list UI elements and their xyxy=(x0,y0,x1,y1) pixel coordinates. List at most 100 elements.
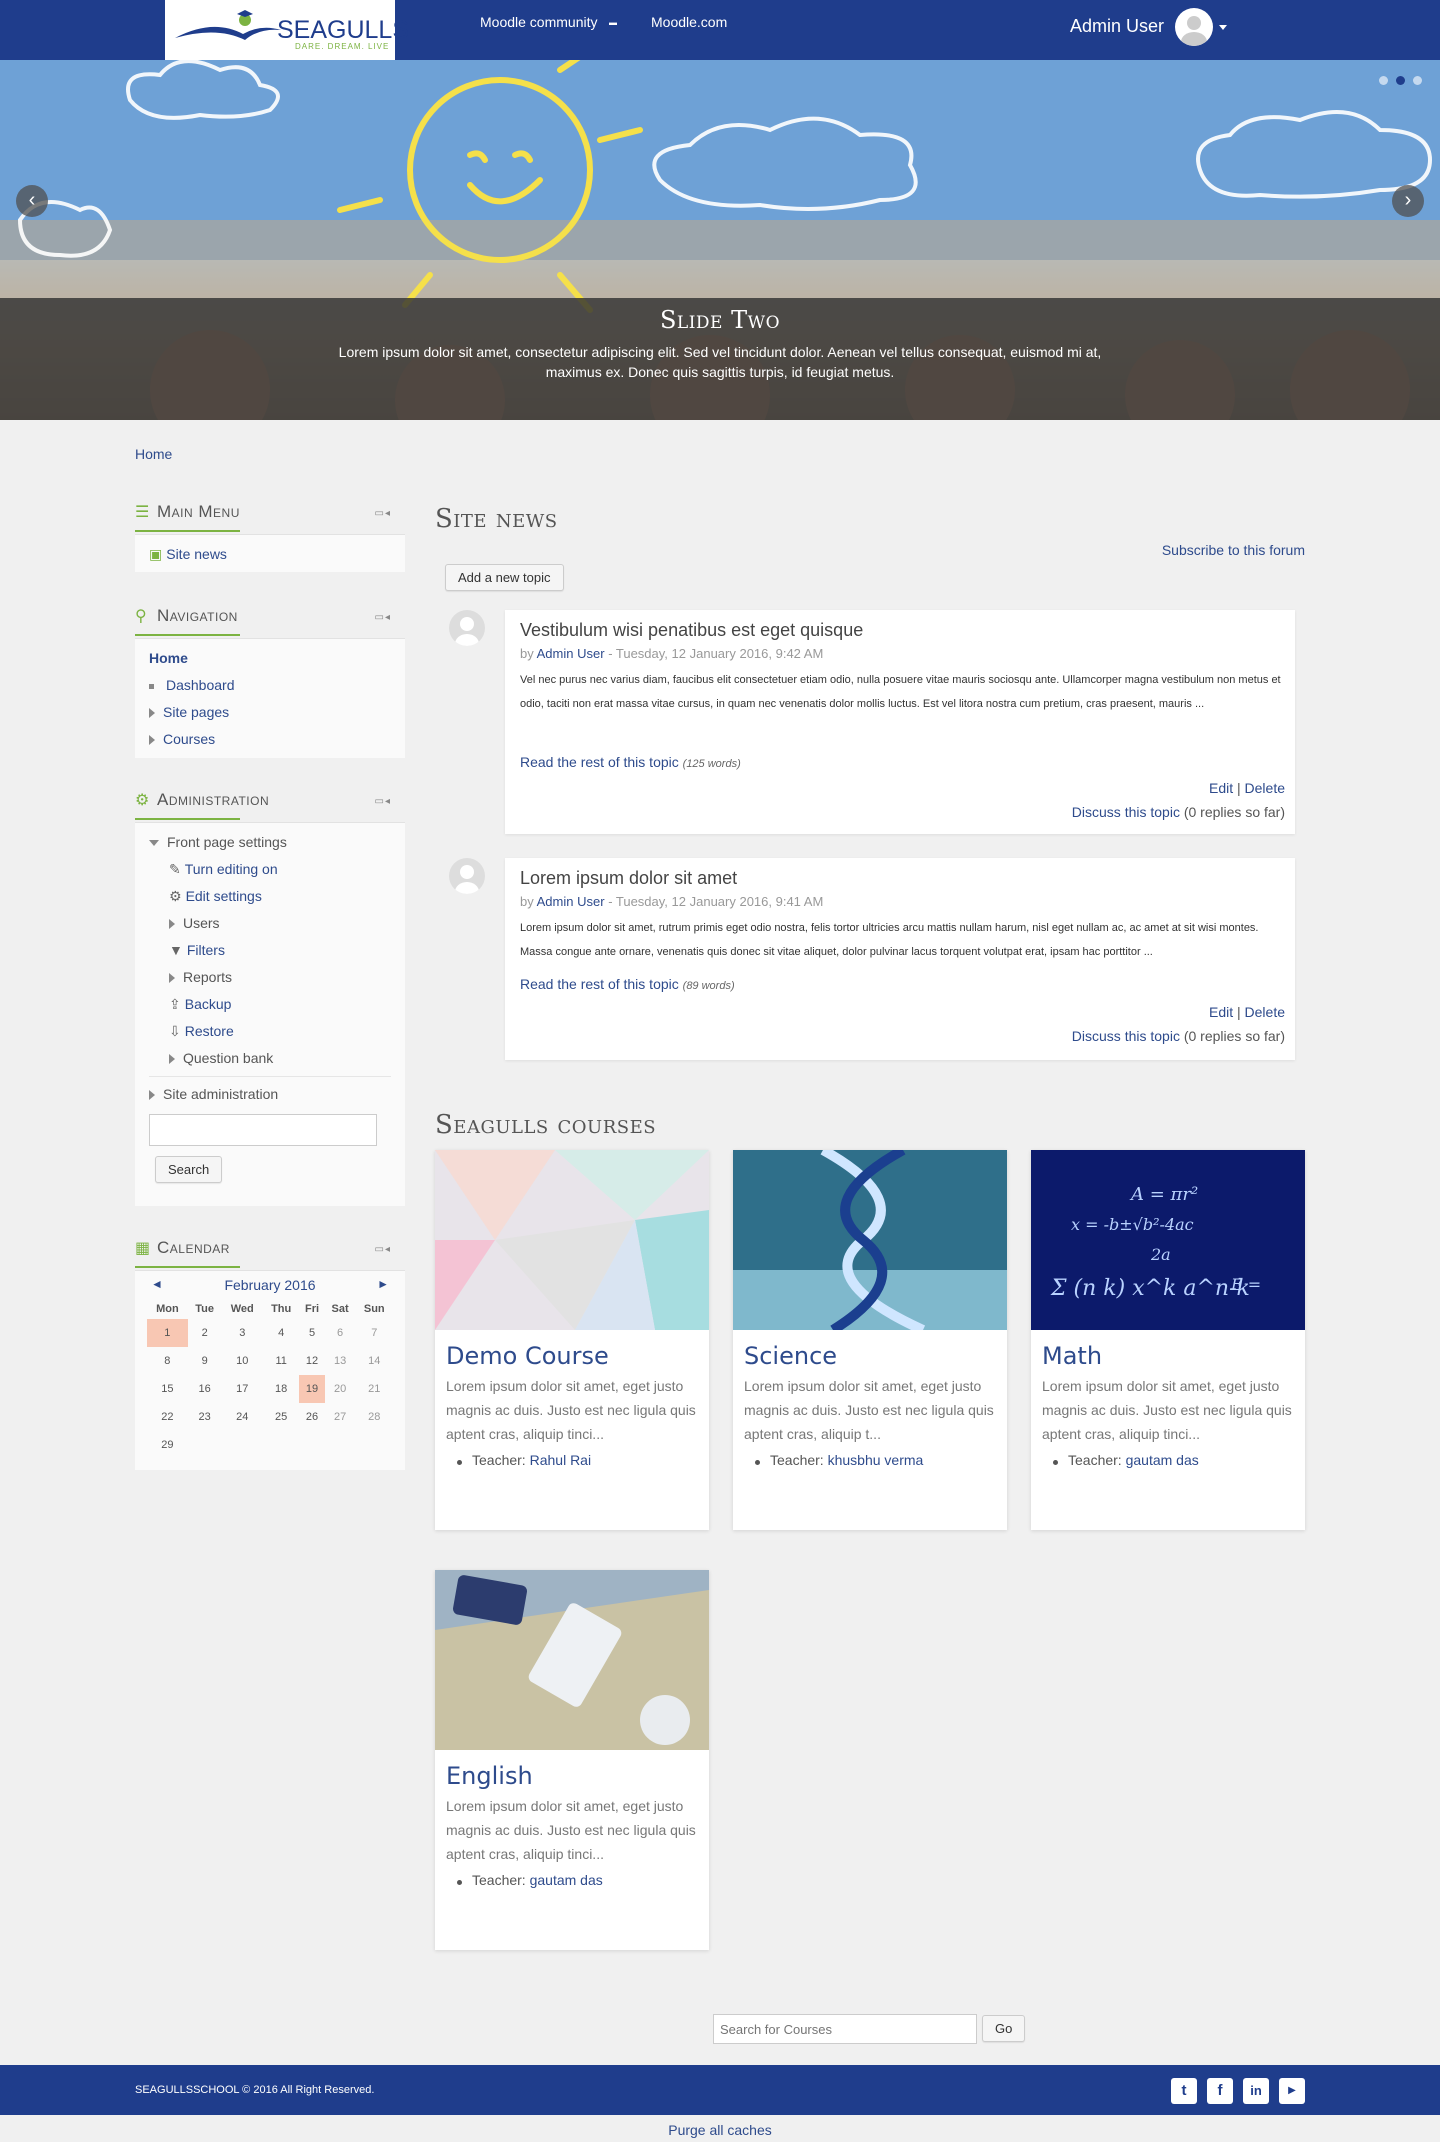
slider-next-button[interactable]: › xyxy=(1392,185,1424,217)
edit-link[interactable]: Edit xyxy=(1209,1004,1233,1020)
calendar-day[interactable] xyxy=(263,1431,299,1459)
post-title[interactable]: Lorem ipsum dolor sit amet xyxy=(520,868,737,889)
calendar-day[interactable]: 17 xyxy=(222,1375,263,1403)
calendar-day[interactable]: 27 xyxy=(325,1403,356,1431)
admin-backup[interactable]: ⇪ Backup xyxy=(169,991,391,1018)
calendar-day[interactable]: 23 xyxy=(188,1403,222,1431)
facebook-icon[interactable]: f xyxy=(1207,2078,1233,2104)
course-title[interactable]: Math xyxy=(1031,1330,1305,1370)
calendar-day[interactable]: 8 xyxy=(147,1347,188,1375)
nav-moodle-community[interactable]: Moodle community xyxy=(480,14,598,30)
course-title[interactable]: English xyxy=(435,1750,709,1790)
youtube-icon[interactable]: ▶ xyxy=(1279,2078,1305,2104)
user-avatar[interactable] xyxy=(1175,8,1213,46)
calendar-day[interactable]: 15 xyxy=(147,1375,188,1403)
teacher-link[interactable]: gautam das xyxy=(1126,1452,1199,1468)
course-card[interactable]: Science Lorem ipsum dolor sit amet, eget… xyxy=(733,1150,1007,1530)
course-card[interactable]: Demo Course Lorem ipsum dolor sit amet, … xyxy=(435,1150,709,1530)
calendar-day[interactable] xyxy=(222,1431,263,1459)
calendar-day[interactable]: 21 xyxy=(356,1375,393,1403)
post-author-link[interactable]: Admin User xyxy=(537,646,605,661)
admin-question-bank[interactable]: Question bank xyxy=(169,1045,391,1072)
course-card[interactable]: A = πr² x = -b±√b²-4ac 2a Σ (n k) x^k a^… xyxy=(1031,1150,1305,1530)
calendar-day[interactable]: 5 xyxy=(299,1319,324,1347)
calendar-day[interactable]: 10 xyxy=(222,1347,263,1375)
post-author-link[interactable]: Admin User xyxy=(537,894,605,909)
calendar-day[interactable]: 25 xyxy=(263,1403,299,1431)
slider-dot[interactable] xyxy=(1413,76,1422,85)
calendar-day[interactable]: 26 xyxy=(299,1403,324,1431)
calendar-day[interactable]: 28 xyxy=(356,1403,393,1431)
teacher-link[interactable]: gautam das xyxy=(530,1872,603,1888)
course-title[interactable]: Demo Course xyxy=(435,1330,709,1370)
calendar-day[interactable]: 14 xyxy=(356,1347,393,1375)
chevron-down-icon[interactable] xyxy=(1219,25,1227,30)
calendar-day[interactable]: 16 xyxy=(188,1375,222,1403)
breadcrumb[interactable]: Home xyxy=(135,446,172,462)
delete-link[interactable]: Delete xyxy=(1245,780,1285,796)
calendar-month-title[interactable]: February 2016 xyxy=(147,1277,393,1293)
admin-turn-editing-on[interactable]: ✎ Turn editing on xyxy=(169,856,391,883)
user-menu-name[interactable]: Admin User xyxy=(1070,16,1164,37)
admin-site-administration[interactable]: Site administration xyxy=(149,1081,391,1108)
post-title[interactable]: Vestibulum wisi penatibus est eget quisq… xyxy=(520,620,863,641)
course-search-input[interactable] xyxy=(713,2014,977,2044)
teacher-link[interactable]: khusbhu verma xyxy=(828,1452,924,1468)
calendar-day[interactable] xyxy=(325,1431,356,1459)
slider-prev-button[interactable]: ‹ xyxy=(16,185,48,217)
calendar-day[interactable]: 6 xyxy=(325,1319,356,1347)
subscribe-forum-link[interactable]: Subscribe to this forum xyxy=(1162,542,1305,558)
main-menu-item-site-news[interactable]: ▣ Site news xyxy=(149,541,391,568)
nav-item-home[interactable]: Home xyxy=(149,645,391,672)
calendar-day[interactable] xyxy=(356,1431,393,1459)
block-collapse-icon[interactable]: ▭◂ xyxy=(375,508,391,519)
block-collapse-icon[interactable]: ▭◂ xyxy=(375,1244,391,1255)
calendar-day[interactable]: 2 xyxy=(188,1319,222,1347)
admin-restore[interactable]: ⇩ Restore xyxy=(169,1018,391,1045)
admin-users[interactable]: Users xyxy=(169,910,391,937)
admin-search-button[interactable]: Search xyxy=(155,1156,223,1183)
calendar-day[interactable] xyxy=(188,1431,222,1459)
add-topic-button[interactable]: Add a new topic xyxy=(445,564,564,591)
teacher-link[interactable]: Rahul Rai xyxy=(530,1452,591,1468)
admin-front-page-settings[interactable]: Front page settings xyxy=(149,829,391,856)
read-more-link[interactable]: Read the rest of this topic xyxy=(520,976,679,992)
slider-dot[interactable] xyxy=(1379,76,1388,85)
read-more-link[interactable]: Read the rest of this topic xyxy=(520,754,679,770)
calendar-day[interactable] xyxy=(299,1431,324,1459)
calendar-day[interactable]: 7 xyxy=(356,1319,393,1347)
admin-filters[interactable]: ▼ Filters xyxy=(169,937,391,964)
course-title[interactable]: Science xyxy=(733,1330,1007,1370)
site-logo[interactable]: SEAGULLS DARE. DREAM. LIVE xyxy=(165,0,409,60)
calendar-next-month[interactable]: ► xyxy=(377,1277,389,1291)
slider-dot-active[interactable] xyxy=(1396,76,1405,85)
course-search-go-button[interactable]: Go xyxy=(982,2015,1026,2042)
nav-item-site-pages[interactable]: Site pages xyxy=(149,699,391,726)
admin-reports[interactable]: Reports xyxy=(169,964,391,991)
calendar-day[interactable]: 9 xyxy=(188,1347,222,1375)
admin-search-input[interactable] xyxy=(149,1114,377,1146)
delete-link[interactable]: Delete xyxy=(1245,1004,1285,1020)
edit-link[interactable]: Edit xyxy=(1209,780,1233,796)
calendar-day[interactable]: 24 xyxy=(222,1403,263,1431)
admin-edit-settings[interactable]: ⚙ Edit settings xyxy=(169,883,391,910)
calendar-day-today[interactable]: 1 xyxy=(147,1319,188,1347)
calendar-day[interactable]: 20 xyxy=(325,1375,356,1403)
calendar-day[interactable]: 12 xyxy=(299,1347,324,1375)
calendar-day[interactable]: 3 xyxy=(222,1319,263,1347)
twitter-icon[interactable]: t xyxy=(1171,2078,1197,2104)
discuss-link[interactable]: Discuss this topic xyxy=(1072,804,1180,820)
nav-item-courses[interactable]: Courses xyxy=(149,726,391,753)
purge-caches-link[interactable]: Purge all caches xyxy=(668,2122,772,2138)
course-card[interactable]: English Lorem ipsum dolor sit amet, eget… xyxy=(435,1570,709,1950)
block-collapse-icon[interactable]: ▭◂ xyxy=(375,796,391,807)
calendar-day[interactable]: 4 xyxy=(263,1319,299,1347)
calendar-day[interactable]: 11 xyxy=(263,1347,299,1375)
calendar-day[interactable]: 22 xyxy=(147,1403,188,1431)
calendar-day-highlight[interactable]: 19 xyxy=(299,1375,325,1403)
calendar-day[interactable]: 18 xyxy=(263,1375,299,1403)
block-collapse-icon[interactable]: ▭◂ xyxy=(375,612,391,623)
calendar-day[interactable]: 29 xyxy=(147,1431,188,1459)
nav-item-dashboard[interactable]: Dashboard xyxy=(149,672,391,699)
calendar-day[interactable]: 13 xyxy=(325,1347,356,1375)
